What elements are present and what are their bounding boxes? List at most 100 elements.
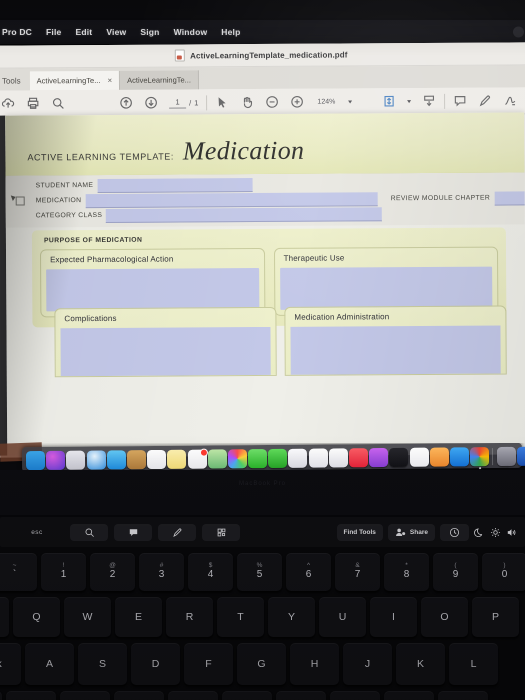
dock-item-pages[interactable] [288, 448, 308, 468]
touchbar-share-button[interactable]: Share [387, 523, 435, 541]
highlight-icon[interactable] [478, 94, 492, 108]
chevron-down-icon[interactable] [348, 99, 353, 103]
key-y[interactable]: Y [268, 597, 315, 637]
menu-item-view[interactable]: View [106, 27, 126, 37]
zoom-out-icon[interactable] [265, 95, 279, 109]
page-down-icon[interactable] [144, 96, 158, 110]
dock-item-reminders[interactable] [187, 448, 208, 469]
dock-item-keynote[interactable] [328, 447, 348, 468]
menu-item-edit[interactable]: Edit [75, 27, 92, 37]
tab-document-2[interactable]: ActiveLearningTe... [120, 70, 199, 90]
page-number-input[interactable]: 1 [169, 96, 187, 109]
key-ck[interactable]: ck [0, 643, 21, 685]
chevron-down-icon[interactable] [407, 99, 412, 103]
menu-app-name[interactable]: Pro DC [2, 27, 32, 37]
dock-item-launchpad[interactable] [66, 450, 86, 470]
dock-item-notes[interactable] [167, 449, 187, 469]
brightness-icon[interactable] [490, 527, 501, 538]
key-5[interactable]: % 5 [237, 553, 282, 591]
key-a[interactable]: A [25, 643, 74, 685]
moon-icon[interactable] [474, 527, 485, 538]
key-p[interactable]: P [472, 597, 519, 637]
dock-item-siri[interactable] [46, 450, 66, 470]
volume-icon[interactable] [506, 527, 517, 538]
key-7[interactable]: & 7 [335, 553, 380, 591]
complications-input[interactable] [60, 326, 271, 377]
dock-item-finder[interactable] [25, 450, 46, 473]
key-blank[interactable] [0, 597, 9, 637]
key-d[interactable]: D [131, 643, 180, 685]
key-8[interactable]: * 8 [384, 553, 429, 591]
key-blank[interactable] [6, 691, 56, 700]
comment-icon[interactable] [453, 94, 467, 108]
key-blank[interactable] [384, 691, 434, 700]
key-s[interactable]: S [78, 643, 127, 685]
dock-item-contacts[interactable] [126, 449, 147, 469]
dock-item-music[interactable] [348, 447, 369, 467]
key-e[interactable]: E [115, 597, 162, 637]
key-3[interactable]: #3 [139, 553, 184, 591]
zoom-level-value[interactable]: 124% [315, 98, 337, 105]
key-o[interactable]: O [421, 597, 468, 637]
dock-item-calendar[interactable] [147, 449, 167, 469]
key-i[interactable]: I [370, 597, 417, 637]
dock-item-messages[interactable] [247, 448, 268, 468]
dock-item-maps[interactable] [207, 448, 227, 469]
key-`[interactable]: ~ ` [0, 553, 37, 591]
touchbar-find-tools-button[interactable]: Find Tools [336, 523, 383, 541]
save-to-cloud-icon[interactable] [1, 97, 15, 111]
dock-item-chrome[interactable] [470, 446, 490, 469]
key-blank[interactable] [60, 691, 110, 700]
close-icon[interactable]: × [107, 76, 112, 85]
dock-item-facetime[interactable] [268, 448, 288, 468]
key-r[interactable]: R [166, 597, 213, 637]
medication-administration-input[interactable] [290, 325, 501, 375]
sign-icon[interactable] [503, 93, 517, 107]
dock-item-system-preferences[interactable] [496, 446, 516, 466]
search-icon[interactable] [51, 96, 65, 110]
medication-input[interactable] [85, 191, 378, 208]
dock-item-safari[interactable] [86, 449, 106, 473]
key-2[interactable]: @2 [90, 553, 135, 591]
print-icon[interactable] [26, 96, 40, 110]
key-j[interactable]: J [343, 643, 392, 685]
review-module-chapter-input[interactable] [494, 190, 525, 206]
key-blank[interactable] [276, 691, 326, 700]
key-blank[interactable] [168, 691, 218, 700]
key-blank[interactable] [330, 691, 380, 700]
tab-document-1[interactable]: ActiveLearningTe... × [29, 70, 121, 91]
therapeutic-use-input[interactable] [279, 266, 493, 310]
touchbar-esc-key[interactable]: esc [22, 529, 52, 536]
zoom-in-icon[interactable] [290, 95, 304, 109]
dock-item-news[interactable] [409, 447, 429, 467]
key-u[interactable]: U [319, 597, 366, 637]
menu-item-sign[interactable]: Sign [140, 27, 159, 37]
touchbar-stamp-button[interactable] [202, 523, 240, 541]
touchbar-comment-button[interactable] [114, 523, 152, 541]
key-4[interactable]: $4 [188, 553, 233, 591]
key-0[interactable]: ) 0 [482, 553, 525, 591]
dock-item-apple-tv[interactable] [389, 447, 409, 467]
select-tool-icon[interactable] [215, 95, 229, 109]
touchbar-highlight-button[interactable] [158, 523, 196, 541]
key-l[interactable]: L [449, 643, 498, 685]
key-h[interactable]: H [290, 643, 339, 685]
dock-item-books[interactable] [429, 446, 449, 467]
student-name-input[interactable] [97, 177, 253, 193]
key-blank[interactable] [114, 691, 164, 700]
key-9[interactable]: (9 [433, 553, 478, 591]
menu-item-help[interactable]: Help [221, 27, 240, 37]
expected-pharmacological-action-input[interactable] [46, 268, 259, 312]
dock-item-app-store[interactable] [449, 446, 470, 466]
key-6[interactable]: ^ 6 [286, 553, 331, 591]
page-up-icon[interactable] [119, 96, 133, 110]
menu-item-file[interactable]: File [46, 27, 61, 37]
key-blank[interactable] [222, 691, 272, 700]
dock-item-photos[interactable] [227, 448, 247, 468]
touchbar-search-button[interactable] [70, 523, 108, 541]
dock-item-podcasts[interactable] [369, 447, 389, 467]
key-t[interactable]: T [217, 597, 264, 637]
key-f[interactable]: F [184, 643, 233, 685]
key-g[interactable]: G [237, 643, 286, 685]
key-w[interactable]: W [64, 597, 111, 637]
